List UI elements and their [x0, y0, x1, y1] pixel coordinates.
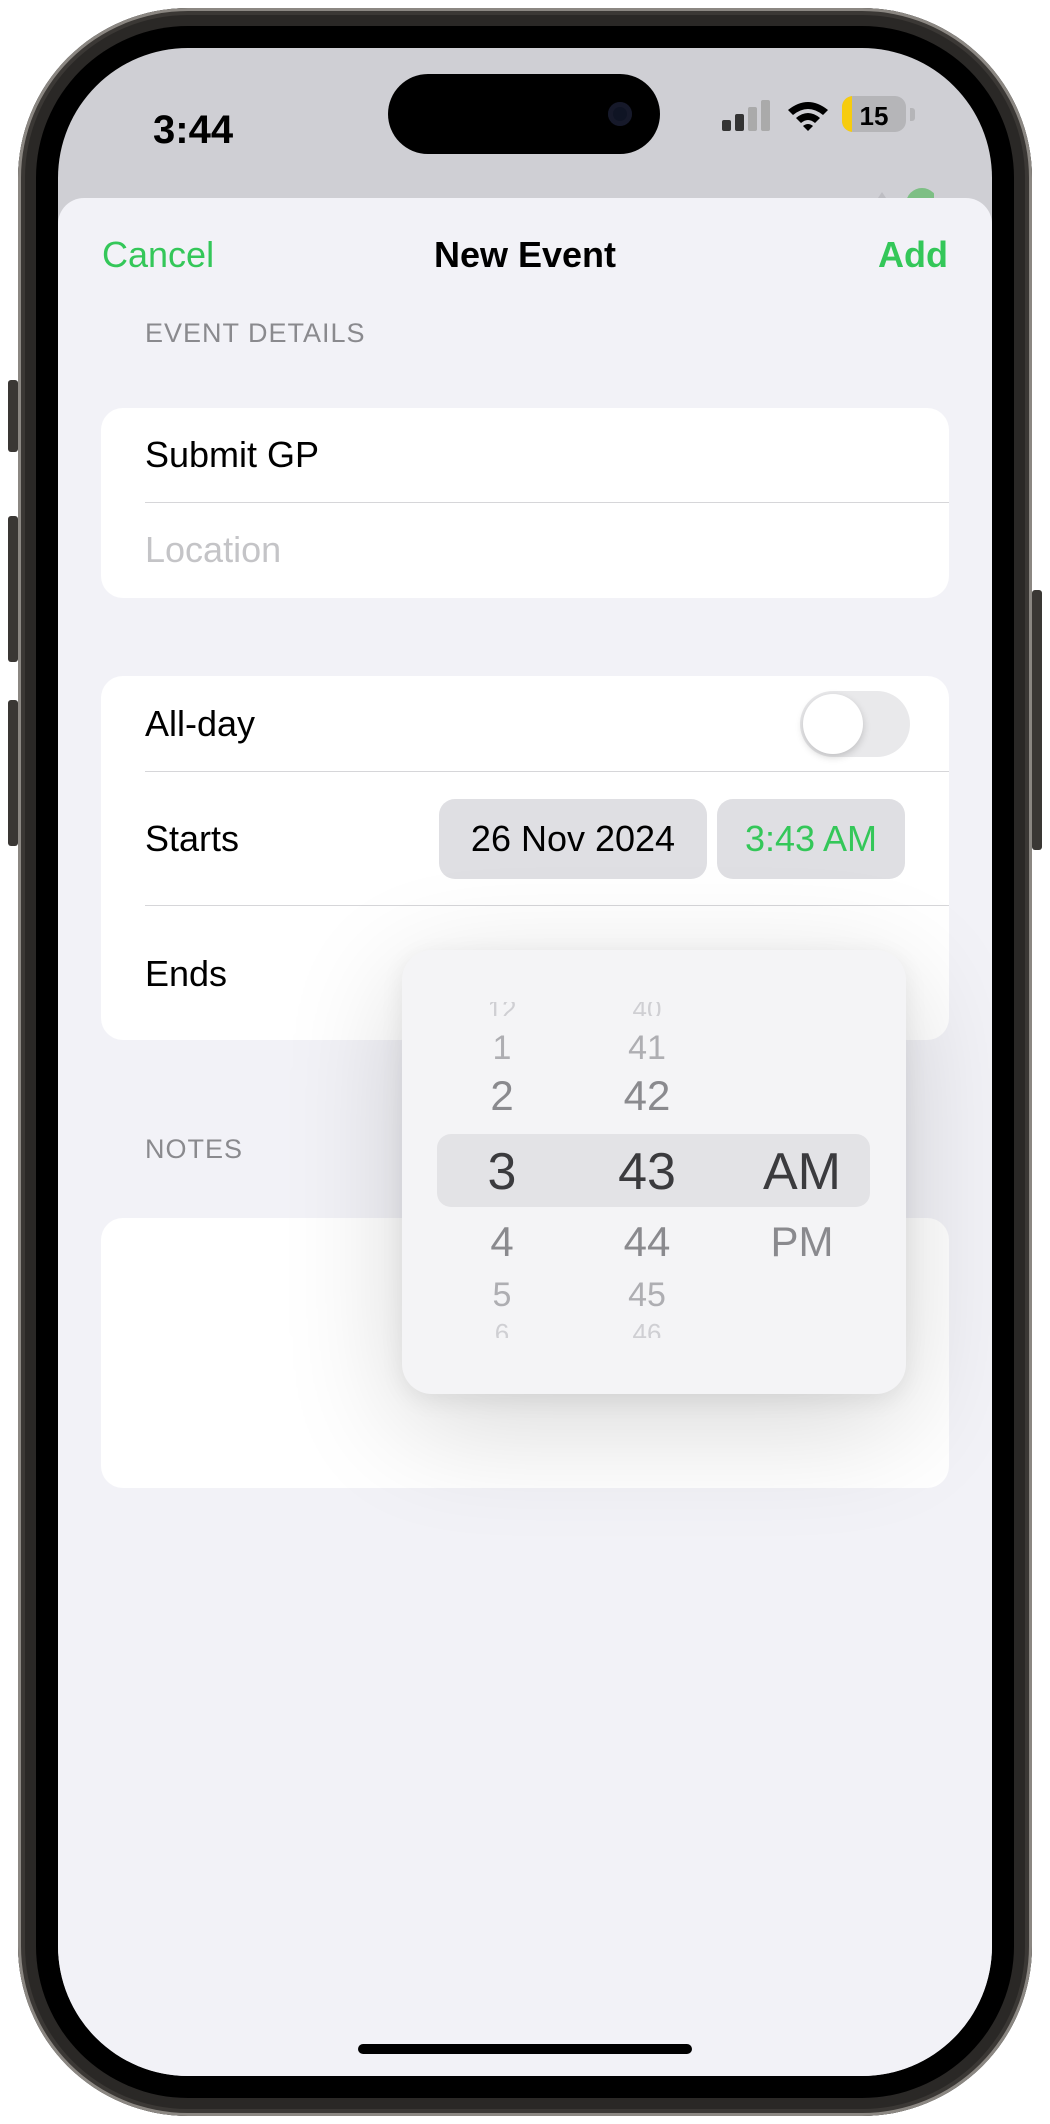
notes-header: NOTES — [145, 1134, 244, 1164]
status-bar: 3:44 15 — [58, 48, 992, 206]
event-details-group: Submit GP Location — [101, 408, 949, 598]
location-field[interactable]: Location — [145, 529, 281, 571]
event-title-field[interactable]: Submit GP — [145, 434, 319, 476]
picker-hour-option[interactable]: 6 — [462, 1320, 542, 1338]
time-picker-popover: 12 1 2 3 4 5 6 40 41 42 43 44 45 46 AM P… — [402, 950, 906, 1394]
picker-minute-option[interactable]: 45 — [592, 1276, 702, 1315]
toggle-knob — [803, 694, 863, 754]
front-camera-icon — [608, 102, 632, 126]
picker-hour-selected[interactable]: 3 — [462, 1142, 542, 1202]
wifi-icon — [788, 102, 828, 131]
navigation-bar: Cancel New Event Add — [58, 198, 992, 318]
picker-period-option[interactable]: PM — [732, 1218, 872, 1266]
home-indicator[interactable] — [358, 2044, 692, 2054]
all-day-label: All-day — [145, 703, 256, 744]
battery-icon: 15 — [842, 96, 906, 132]
picker-minute-option[interactable]: 41 — [592, 1029, 702, 1068]
picker-period-selected[interactable]: AM — [732, 1142, 872, 1202]
add-button[interactable]: Add — [878, 234, 948, 276]
picker-minute-option[interactable]: 46 — [592, 1320, 702, 1338]
picker-hour-option[interactable]: 12 — [462, 1002, 542, 1016]
volume-up-button — [8, 516, 18, 662]
event-details-header: EVENT DETAILS — [145, 318, 366, 348]
start-date-button[interactable]: 26 Nov 2024 — [439, 799, 707, 879]
dynamic-island — [388, 74, 660, 154]
volume-down-button — [8, 700, 18, 846]
starts-label: Starts — [145, 818, 240, 859]
picker-minute-option[interactable]: 40 — [592, 1002, 702, 1016]
picker-minute-option[interactable]: 42 — [592, 1072, 702, 1120]
screen: 3:44 15 Cancel New Event Add EVENT DETAI… — [58, 48, 992, 2076]
page-title: New Event — [433, 234, 617, 275]
picker-hour-option[interactable]: 4 — [462, 1218, 542, 1266]
separator — [145, 502, 949, 503]
action-button — [8, 380, 18, 452]
picker-minute-option[interactable]: 44 — [592, 1218, 702, 1266]
side-button — [1032, 590, 1042, 850]
battery-percent: 15 — [859, 101, 889, 131]
picker-hour-option[interactable]: 2 — [462, 1072, 542, 1120]
start-time-button[interactable]: 3:43 AM — [717, 799, 905, 879]
cellular-signal-icon — [722, 100, 770, 131]
separator — [145, 905, 949, 906]
picker-minute-selected[interactable]: 43 — [592, 1142, 702, 1202]
ends-label[interactable]: Ends — [145, 953, 227, 995]
separator — [145, 771, 949, 772]
all-day-toggle[interactable] — [800, 691, 910, 757]
picker-hour-option[interactable]: 5 — [462, 1276, 542, 1315]
picker-hour-option[interactable]: 1 — [462, 1029, 542, 1068]
battery-cap — [910, 108, 915, 121]
new-event-sheet: Cancel New Event Add EVENT DETAILS Submi… — [58, 198, 992, 2076]
status-time: 3:44 — [153, 108, 234, 152]
